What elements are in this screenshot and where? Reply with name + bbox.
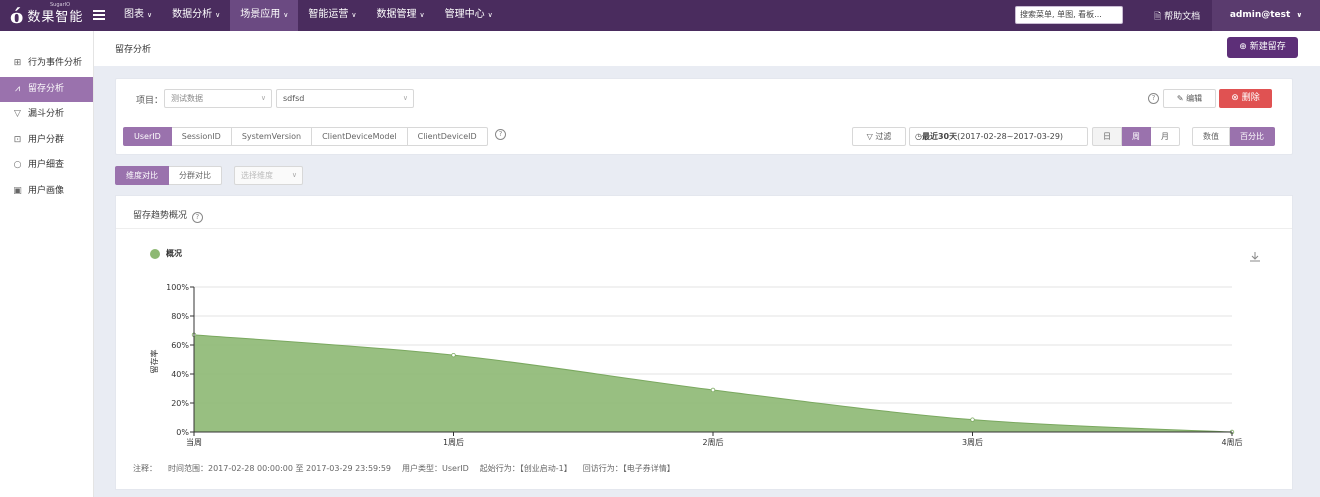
- date-range-picker[interactable]: ◷最近30天(2017-02-28~2017-03-29): [909, 127, 1088, 146]
- page-title: 留存分析: [115, 45, 152, 55]
- chevron-down-icon: ∨: [260, 94, 266, 102]
- main-nav: 图表 ∨ 数据分析 ∨ 场景应用 ∨ 智能运营 ∨ 数据管理 ∨ 管理中心 ∨: [114, 0, 503, 31]
- sidebar-item-funnel[interactable]: ▽ 漏斗分析: [0, 102, 93, 128]
- y-tick-label: 0%: [176, 428, 189, 437]
- tab-percent[interactable]: 百分比: [1230, 127, 1275, 146]
- note-user-type: 用户类型：UserID: [402, 464, 469, 473]
- sidebar-item-segments[interactable]: ⊡ 用户分群: [0, 128, 93, 154]
- nav-item-admin-center[interactable]: 管理中心 ∨: [435, 0, 503, 31]
- chevron-down-icon: ∨: [215, 11, 221, 19]
- tab-clientdevicemodel[interactable]: ClientDeviceModel: [312, 127, 408, 146]
- chevron-down-icon: ∨: [1296, 11, 1303, 19]
- x-tick-label: 4周后: [1221, 437, 1242, 447]
- logo-superscript: SugarIO: [50, 2, 71, 8]
- x-tick-label: 3周后: [962, 437, 983, 447]
- document-icon: 🗎: [1154, 12, 1162, 22]
- sidebar-item-user-lookup[interactable]: ○ 用户细查: [0, 153, 93, 179]
- nav-item-data-management[interactable]: 数据管理 ∨: [367, 0, 435, 31]
- chevron-down-icon: ∨: [147, 11, 153, 19]
- nav-item-smart-ops[interactable]: 智能运营 ∨: [298, 0, 366, 31]
- clock-icon: ◷: [915, 132, 922, 141]
- y-axis-label: 留存率: [149, 350, 159, 374]
- data-point: [451, 352, 456, 358]
- filter-button[interactable]: ▽ 过滤: [852, 127, 906, 146]
- search-input[interactable]: 搜索菜单, 单图, 看板...: [1015, 6, 1123, 24]
- x-tick-label: 当周: [186, 437, 202, 447]
- y-tick-label: 40%: [171, 370, 189, 379]
- series-area-fill: [194, 334, 1232, 432]
- pencil-icon: ✎: [1176, 94, 1184, 103]
- retention-chart: 0% 20% 40% 60% 80% 100% 当周 1周后 2周后 3周后 4周后 留存率: [149, 283, 1243, 447]
- help-icon[interactable]: ?: [495, 129, 506, 140]
- nav-item-scenarios[interactable]: 场景应用 ∨: [230, 0, 299, 31]
- value-mode-tabs: 数值 百分比: [1192, 127, 1275, 146]
- chevron-down-icon: ∨: [291, 171, 297, 179]
- sidebar-item-event-analysis[interactable]: ⊞ 行为事件分析: [0, 51, 93, 77]
- report-select[interactable]: sdfsd ∨: [276, 89, 414, 108]
- tab-month[interactable]: 月: [1151, 127, 1180, 146]
- top-navigation-bar: ó SugarIO 数果智能 图表 ∨ 数据分析 ∨ 场景应用 ∨ 智能运营 ∨ 数据管…: [0, 0, 1320, 31]
- chevron-down-icon: ∨: [283, 11, 289, 19]
- tab-sessionid[interactable]: SessionID: [171, 127, 232, 146]
- y-tick-label: 20%: [171, 399, 189, 408]
- funnel-icon: ▽: [866, 132, 873, 141]
- close-circle-icon: ⊗: [1231, 93, 1239, 103]
- sidebar: ⊞ 行为事件分析 ⩘ 留存分析 ▽ 漏斗分析 ⊡ 用户分群 ○ 用户细查 ▣ 用户画像: [0, 31, 94, 497]
- dimension-select[interactable]: 选择维度 ∨: [234, 166, 303, 185]
- new-retention-button[interactable]: ⊕ 新建留存: [1227, 37, 1298, 58]
- period-tabs: 日 周 月: [1092, 127, 1180, 146]
- chevron-down-icon: ∨: [402, 94, 408, 102]
- tab-clientdeviceid[interactable]: ClientDeviceID: [407, 127, 488, 146]
- nav-item-data-analysis[interactable]: 数据分析 ∨: [162, 0, 230, 31]
- tab-count[interactable]: 数值: [1192, 127, 1230, 146]
- sidebar-item-user-profile[interactable]: ▣ 用户画像: [0, 179, 93, 205]
- logo-text: 数果智能: [27, 10, 84, 25]
- note-start-event: 起始行为：【创业启动-1】: [479, 464, 572, 473]
- data-point: [970, 417, 975, 422]
- search-icon: ○: [13, 160, 22, 171]
- note-return-event: 回访行为：【电子券详情】: [582, 464, 675, 473]
- x-tick-label: 1周后: [443, 437, 464, 447]
- chevron-down-icon: ∨: [351, 11, 357, 19]
- user-menu[interactable]: admin@test ∨: [1212, 0, 1320, 31]
- x-tick-label: 2周后: [702, 437, 723, 447]
- tab-systemversion[interactable]: SystemVersion: [231, 127, 313, 146]
- chart-panel: 留存趋势概况 ? 概况 0% 20% 40% 60% 80% 100% 当周 1周后 2周后 3周…: [115, 195, 1293, 490]
- tab-dimension-compare[interactable]: 维度对比: [115, 166, 169, 185]
- profile-icon: ▣: [13, 185, 22, 196]
- nav-item-charts[interactable]: 图表 ∨: [114, 0, 162, 31]
- project-select[interactable]: 测试数据 ∨: [164, 89, 272, 108]
- chevron-down-icon: ∨: [419, 11, 425, 19]
- funnel-icon: ▽: [14, 109, 21, 120]
- chevron-down-icon: ∨: [487, 11, 493, 19]
- menu-toggle-icon[interactable]: [92, 8, 106, 22]
- help-docs-link[interactable]: 🗎 帮助文档: [1154, 9, 1200, 25]
- y-tick-label: 60%: [171, 341, 189, 350]
- tab-week[interactable]: 周: [1122, 127, 1151, 146]
- page-header: 留存分析 ⊕ 新建留存: [94, 31, 1320, 66]
- tab-userid[interactable]: UserID: [123, 127, 172, 146]
- y-tick-label: 100%: [166, 283, 189, 292]
- plus-circle-icon: ⊕: [1239, 42, 1247, 52]
- edit-button[interactable]: ✎ 编辑: [1163, 89, 1216, 108]
- delete-button[interactable]: ⊗ 删除: [1219, 89, 1272, 108]
- chart-icon: ⊞: [13, 58, 22, 69]
- chart-notes: 注释： 时间范围：2017-02-28 00:00:00 至 2017-03-2…: [133, 463, 686, 474]
- sidebar-item-retention[interactable]: ⩘ 留存分析: [0, 76, 93, 102]
- logo[interactable]: ó SugarIO 数果智能: [10, 2, 84, 28]
- note-time-range: 时间范围：2017-02-28 00:00:00 至 2017-03-29 23…: [168, 464, 392, 473]
- note-prefix: 注释：: [133, 464, 157, 473]
- group-icon: ⊡: [13, 134, 22, 145]
- id-type-tabs: UserID SessionID SystemVersion ClientDev…: [123, 127, 488, 146]
- logo-mark: ó: [10, 3, 24, 28]
- y-tick-label: 80%: [171, 312, 189, 321]
- project-label: 项目：: [136, 96, 164, 106]
- help-icon[interactable]: ?: [1148, 93, 1159, 104]
- tab-day[interactable]: 日: [1092, 127, 1122, 146]
- tab-segment-compare[interactable]: 分群对比: [169, 166, 222, 185]
- line-chart-icon: ⩘: [14, 83, 21, 94]
- compare-tabs: 维度对比 分群对比: [115, 166, 222, 185]
- data-point: [710, 387, 716, 393]
